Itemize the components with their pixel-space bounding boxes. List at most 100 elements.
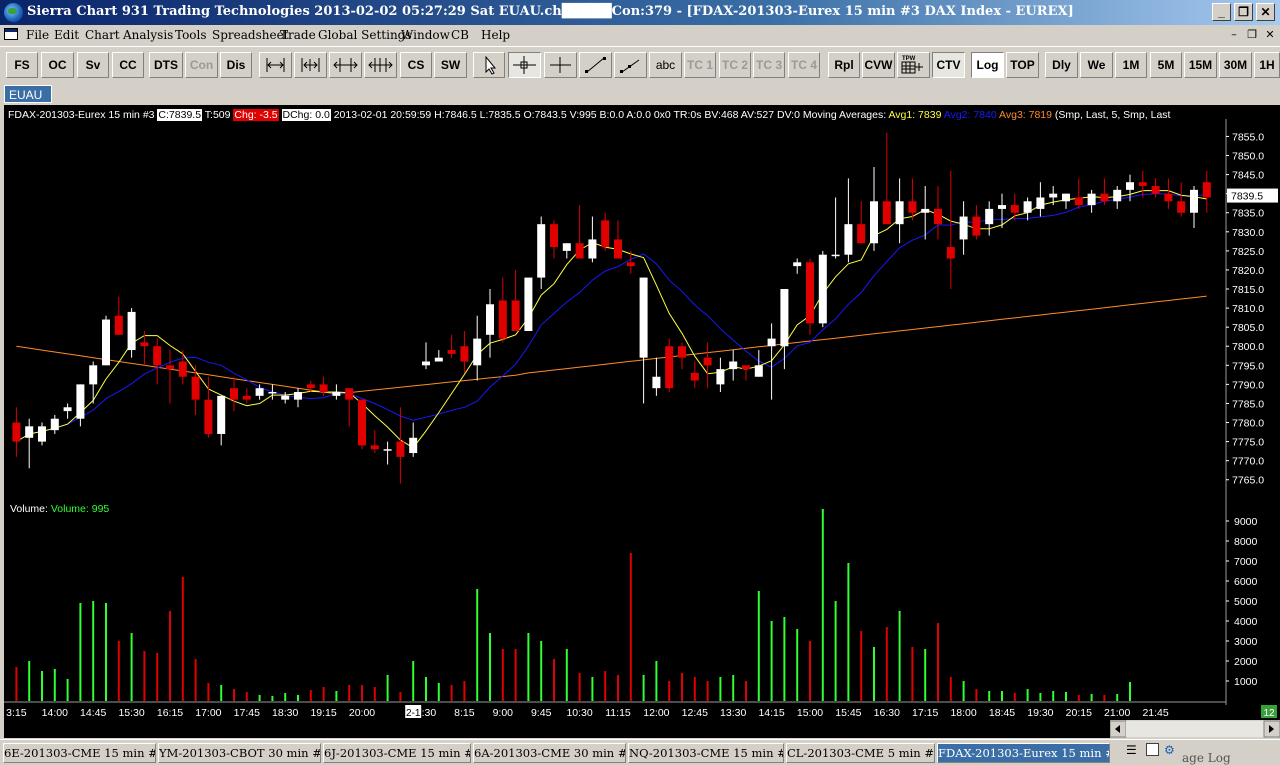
1-hour-button[interactable]: 1H xyxy=(1254,52,1280,78)
candle-body xyxy=(972,216,981,236)
chart-tabs-bar: 6E-201303-CME 15 min #7 YM-201303-CBOT 3… xyxy=(0,739,1280,765)
top-button[interactable]: TOP xyxy=(1006,52,1039,78)
oc-button[interactable]: OC xyxy=(41,52,74,78)
candle-body xyxy=(524,277,533,331)
settings-icon[interactable]: ⚙ xyxy=(1164,743,1178,757)
mdi-close-button[interactable]: ✕ xyxy=(1262,28,1278,42)
fs-button[interactable]: FS xyxy=(6,52,38,78)
tab-fdax[interactable]: FDAX-201303-Eurex 15 min #3 xyxy=(937,743,1110,763)
time-tick-label: 19:30 xyxy=(1027,707,1053,719)
chart-scroll-icon[interactable] xyxy=(329,52,362,78)
log-button[interactable]: Log xyxy=(971,52,1004,78)
cs-button[interactable]: CS xyxy=(400,52,432,78)
volume-value: Volume: 995 xyxy=(50,503,110,515)
mdi-minimize-button[interactable]: – xyxy=(1226,28,1242,42)
menu-help[interactable]: Help xyxy=(481,28,510,42)
sv-button[interactable]: Sv xyxy=(77,52,109,78)
menu-chart[interactable]: Chart xyxy=(85,28,120,42)
candle-body xyxy=(882,201,891,225)
price-tick-label: 7855.0 xyxy=(1232,131,1264,143)
candle-body xyxy=(230,388,238,400)
time-tick-label: 14:45 xyxy=(80,707,106,719)
con-button[interactable]: Con xyxy=(185,52,218,78)
minimize-button[interactable]: _ xyxy=(1212,3,1231,21)
candle-body xyxy=(921,208,930,213)
cursor-tool-icon[interactable] xyxy=(544,52,577,78)
time-tick-label: 8:15 xyxy=(454,707,475,719)
restore-button[interactable]: ❐ xyxy=(1234,3,1253,21)
chart-scale-icon[interactable] xyxy=(364,52,397,78)
ctv-button[interactable]: CTV xyxy=(932,52,965,78)
time-tick-label: 18:45 xyxy=(989,707,1015,719)
30-minute-button[interactable]: 30M xyxy=(1219,52,1252,78)
message-log-label[interactable]: age Log xyxy=(1182,751,1231,765)
menu-spreadsheet[interactable]: Spreadsheet xyxy=(212,28,289,42)
time-tick-label: 12:45 xyxy=(682,707,708,719)
tab-6j[interactable]: 6J-201303-CME 15 min #9 xyxy=(323,743,471,763)
candle-body xyxy=(460,346,469,362)
legend-avg1: Avg1: 7839 xyxy=(888,109,942,121)
horizontal-scrollbar[interactable] xyxy=(1109,720,1280,738)
menu-global-settings[interactable]: Global Settings xyxy=(318,28,412,42)
menu-file[interactable]: File xyxy=(26,28,49,42)
5-minute-button[interactable]: 5M xyxy=(1150,52,1182,78)
mdi-restore-button[interactable]: ❐ xyxy=(1244,28,1260,42)
candle-body xyxy=(306,384,315,389)
15-minute-button[interactable]: 15M xyxy=(1184,52,1217,78)
candle-body xyxy=(409,437,418,454)
menu-analysis[interactable]: Analysis xyxy=(123,28,173,42)
menu-trade[interactable]: Trade xyxy=(280,28,316,42)
candle-body xyxy=(242,395,251,400)
time-tick-label: 20:15 xyxy=(1066,707,1092,719)
ime-icon[interactable]: ☰ xyxy=(1126,743,1140,757)
tc1-button[interactable]: TC 1 xyxy=(684,52,716,78)
dts-button[interactable]: DTS xyxy=(149,52,183,78)
tc2-button[interactable]: TC 2 xyxy=(719,52,751,78)
cvw-button[interactable]: CVW xyxy=(862,52,895,78)
notepad-icon[interactable] xyxy=(1146,743,1159,756)
close-button[interactable]: ✕ xyxy=(1256,3,1275,21)
chart-compress-icon[interactable] xyxy=(294,52,327,78)
weekly-button[interactable]: We xyxy=(1080,52,1113,78)
chart-left-expand-icon[interactable] xyxy=(259,52,292,78)
ray-tool-icon[interactable] xyxy=(614,52,647,78)
menu-window[interactable]: Window xyxy=(401,28,450,42)
pointer-tool-icon[interactable] xyxy=(473,52,505,78)
chart-window[interactable]: 7855.07850.07845.07840.07835.07830.07825… xyxy=(4,105,1280,738)
candle-body xyxy=(50,418,59,431)
tc4-button[interactable]: TC 4 xyxy=(788,52,820,78)
document-icon[interactable] xyxy=(4,28,18,40)
price-tick-label: 7830.0 xyxy=(1232,227,1264,239)
time-tick-label: 17:45 xyxy=(234,707,260,719)
cc-button[interactable]: CC xyxy=(112,52,144,78)
dis-button[interactable]: Dis xyxy=(220,52,252,78)
crosshair-tool-icon[interactable] xyxy=(508,52,541,78)
volume-label: Volume: xyxy=(10,503,48,515)
text-tool-button[interactable]: abc xyxy=(649,52,682,78)
tab-cl[interactable]: CL-201303-CME 5 min #4 xyxy=(786,743,935,763)
chartbook-tab[interactable]: EUAU xyxy=(4,85,52,103)
tc3-button[interactable]: TC 3 xyxy=(753,52,785,78)
tab-ym[interactable]: YM-201303-CBOT 30 min #8 xyxy=(158,743,321,763)
tab-nq[interactable]: NQ-201303-CME 15 min #2 xyxy=(628,743,784,763)
tpw-grid-button[interactable]: TPW xyxy=(897,52,930,78)
volume-tick-label: 1000 xyxy=(1234,676,1258,688)
candle-body xyxy=(614,239,622,259)
line-tool-icon[interactable] xyxy=(579,52,612,78)
candle-body xyxy=(102,319,110,366)
candle-body xyxy=(626,262,635,267)
1-minute-button[interactable]: 1M xyxy=(1115,52,1147,78)
time-tick-label: 10:30 xyxy=(566,707,592,719)
sw-button[interactable]: SW xyxy=(434,52,467,78)
menu-tools[interactable]: Tools xyxy=(175,28,207,42)
menu-edit[interactable]: Edit xyxy=(54,28,79,42)
rpl-button[interactable]: Rpl xyxy=(828,52,860,78)
daily-button[interactable]: Dly xyxy=(1045,52,1078,78)
candle-body xyxy=(793,262,802,267)
menu-bar: File Edit Chart Analysis Tools Spreadshe… xyxy=(0,25,1280,45)
tab-6e[interactable]: 6E-201303-CME 15 min #7 xyxy=(3,743,156,763)
candlestick-chart[interactable]: 7855.07850.07845.07840.07835.07830.07825… xyxy=(4,105,1280,738)
tab-6a[interactable]: 6A-201303-CME 30 min #1 xyxy=(473,743,626,763)
menu-cb[interactable]: CB xyxy=(451,28,469,42)
price-tick-label: 7825.0 xyxy=(1232,246,1264,258)
